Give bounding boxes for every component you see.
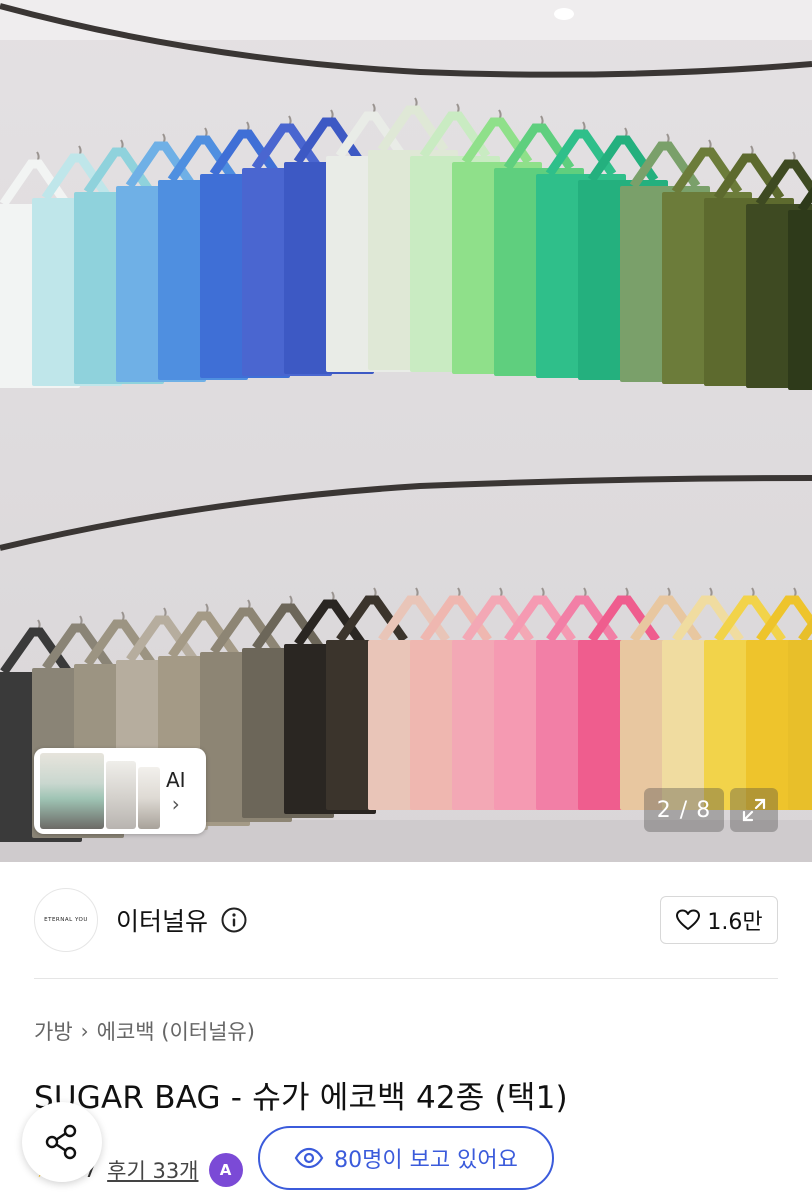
shop-row: ETERNAL YOU 이터널유 1.6만	[0, 862, 812, 978]
ai-lookbook-thumbnail[interactable]: AI ›	[34, 748, 206, 834]
product-image-gallery[interactable]: AI › 2 / 8	[0, 0, 812, 862]
breadcrumb: 가방 › 에코백 (이터널유)	[34, 1016, 255, 1046]
expand-icon	[742, 798, 766, 822]
ai-thumbnail-images	[40, 753, 160, 829]
heart-icon	[676, 909, 701, 930]
like-button[interactable]: 1.6만	[660, 896, 778, 944]
shop-logo[interactable]: ETERNAL YOU	[34, 888, 98, 952]
ai-label: AI	[166, 768, 186, 792]
shop-logo-text: ETERNAL YOU	[44, 917, 88, 923]
product-title: SUGAR BAG - 슈가 에코백 42종 (택1)	[34, 1080, 568, 1116]
badge-icon: A	[208, 1153, 243, 1187]
share-icon	[45, 1124, 77, 1160]
info-icon[interactable]	[220, 906, 248, 934]
breadcrumb-subcategory[interactable]: 에코백 (이터널유)	[97, 1016, 255, 1046]
chevron-right-icon: ›	[80, 1019, 89, 1043]
chevron-right-icon: ›	[171, 792, 180, 816]
like-count: 1.6만	[707, 910, 763, 935]
divider	[34, 978, 778, 979]
shop-name[interactable]: 이터널유	[116, 902, 208, 938]
viewers-text: 80명이 보고 있어요	[334, 1148, 518, 1173]
reviews-link[interactable]: 후기 33개	[107, 1155, 198, 1185]
eye-icon	[294, 1147, 324, 1169]
image-counter: 2 / 8	[644, 788, 724, 832]
breadcrumb-category[interactable]: 가방	[34, 1016, 73, 1046]
share-button[interactable]	[22, 1102, 102, 1182]
product-photo[interactable]	[0, 0, 812, 862]
expand-button[interactable]	[730, 788, 778, 832]
viewers-indicator[interactable]: 80명이 보고 있어요	[258, 1126, 554, 1190]
